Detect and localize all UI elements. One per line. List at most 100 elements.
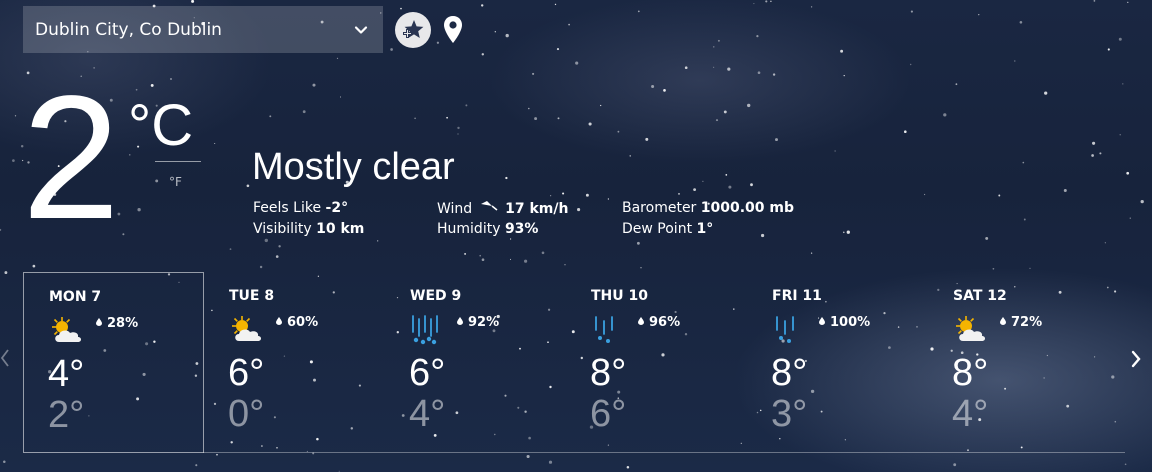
forecast-day-card[interactable]: TUE 8 60% 6° 0° xyxy=(204,272,385,453)
star-dot xyxy=(637,10,640,13)
star-dot xyxy=(702,180,704,182)
star-dot xyxy=(725,174,728,176)
star-dot xyxy=(753,3,755,5)
star-dot xyxy=(910,63,912,66)
star-dot xyxy=(191,0,195,3)
current-condition: Mostly clear xyxy=(252,146,455,188)
star-dot xyxy=(246,184,250,188)
forecast-day-name: TUE 8 xyxy=(229,288,275,304)
feels-like-detail: Feels Like -2° xyxy=(253,200,348,216)
precipitation-chance: 28% xyxy=(96,316,138,331)
star-dot xyxy=(390,48,393,51)
star-dot xyxy=(446,116,448,119)
star-dot xyxy=(626,466,630,469)
star-dot xyxy=(761,233,765,238)
star-dot xyxy=(1126,171,1130,175)
raindrop-icon xyxy=(1000,317,1006,325)
star-dot xyxy=(770,0,772,3)
star-dot xyxy=(155,179,159,183)
star-dot xyxy=(756,35,759,38)
forecast-low-temp: 4° xyxy=(952,393,989,435)
star-dot xyxy=(924,193,926,196)
location-dropdown[interactable]: Dublin City, Co Dublin xyxy=(23,6,383,53)
star-dot xyxy=(137,208,141,212)
star-dot xyxy=(1063,189,1067,192)
rain-icon xyxy=(771,314,807,346)
star-dot xyxy=(765,0,768,3)
star-dot xyxy=(617,130,620,133)
star-dot xyxy=(750,183,753,187)
chevron-right-icon[interactable] xyxy=(1129,348,1143,370)
star-dot xyxy=(992,267,995,270)
barometer-label: Barometer xyxy=(622,200,697,216)
precipitation-value: 96% xyxy=(649,315,681,330)
rain-icon xyxy=(590,314,626,346)
star-dot xyxy=(846,230,850,234)
raindrop-icon xyxy=(819,317,825,325)
star-dot xyxy=(3,460,6,464)
star-dot xyxy=(577,208,581,212)
star-dot xyxy=(564,264,566,266)
star-dot xyxy=(479,254,482,257)
precipitation-value: 72% xyxy=(1011,315,1043,330)
star-dot xyxy=(1022,161,1025,164)
fahrenheit-unit-toggle[interactable]: °F xyxy=(169,175,182,189)
star-dot xyxy=(532,72,535,75)
star-dot xyxy=(910,10,913,13)
partly-sunny-icon xyxy=(228,314,264,346)
partly-sunny-icon xyxy=(952,314,988,346)
precipitation-chance: 60% xyxy=(276,315,318,330)
star-dot xyxy=(195,464,198,467)
daily-forecast-strip: MON 7 28% 4° 2° TUE 8 60% 6° 0° WED 9 92% 6° 4° THU … xyxy=(23,272,1125,453)
star-dot xyxy=(904,130,907,133)
star-dot xyxy=(414,117,416,120)
star-dot xyxy=(1127,1,1129,4)
star-dot xyxy=(170,78,172,80)
precipitation-value: 28% xyxy=(107,316,139,331)
chevron-left-icon[interactable] xyxy=(0,348,10,368)
star-dot xyxy=(607,198,610,200)
forecast-day-card[interactable]: SAT 12 72% 8° 4° xyxy=(928,272,1109,453)
barometer-value: 1000.00 mb xyxy=(700,200,795,216)
precipitation-chance: 96% xyxy=(638,315,680,330)
star-dot xyxy=(775,138,778,142)
location-dropdown-value: Dublin City, Co Dublin xyxy=(35,19,222,40)
chevron-down-icon xyxy=(354,26,368,34)
star-dot xyxy=(663,89,666,92)
forecast-day-name: WED 9 xyxy=(410,288,462,304)
forecast-day-name: THU 10 xyxy=(591,288,648,304)
star-dot xyxy=(229,248,232,250)
location-pin-icon[interactable] xyxy=(441,14,465,46)
forecast-day-card[interactable]: THU 10 96% 8° 6° xyxy=(566,272,747,453)
forecast-day-card[interactable]: MON 7 28% 4° 2° xyxy=(23,272,204,453)
star-dot xyxy=(747,103,751,108)
wind-direction-icon xyxy=(480,201,498,211)
dew-point-detail: Dew Point 1° xyxy=(622,221,713,237)
feels-like-label: Feels Like xyxy=(253,200,322,216)
star-dot xyxy=(269,115,272,118)
celsius-unit-toggle[interactable]: °C xyxy=(128,92,193,159)
add-to-favorites-button[interactable] xyxy=(395,12,431,48)
forecast-day-card[interactable]: WED 9 92% 6° 4° xyxy=(385,272,566,453)
forecast-day-card[interactable]: FRI 11 100% 8° 3° xyxy=(747,272,928,453)
barometer-detail: Barometer 1000.00 mb xyxy=(622,200,794,216)
star-dot xyxy=(843,74,845,77)
wind-detail: Wind 17 km/h xyxy=(437,200,568,217)
star-dot xyxy=(481,53,484,56)
star-dot xyxy=(494,31,496,33)
raindrop-icon xyxy=(276,317,282,325)
star-dot xyxy=(526,454,530,459)
precipitation-chance: 92% xyxy=(457,315,499,330)
raindrop-icon xyxy=(457,317,463,325)
star-dot xyxy=(1014,60,1016,62)
star-dot xyxy=(32,264,36,268)
forecast-low-temp: 3° xyxy=(771,393,808,435)
star-dot xyxy=(998,194,1001,197)
star-dot xyxy=(12,159,15,162)
star-dot xyxy=(339,96,342,98)
forecast-high-temp: 4° xyxy=(48,353,85,395)
star-dot xyxy=(312,83,316,87)
forecast-day-name: SAT 12 xyxy=(953,288,1007,304)
forecast-day-name: FRI 11 xyxy=(772,288,822,304)
forecast-low-temp: 6° xyxy=(590,393,627,435)
